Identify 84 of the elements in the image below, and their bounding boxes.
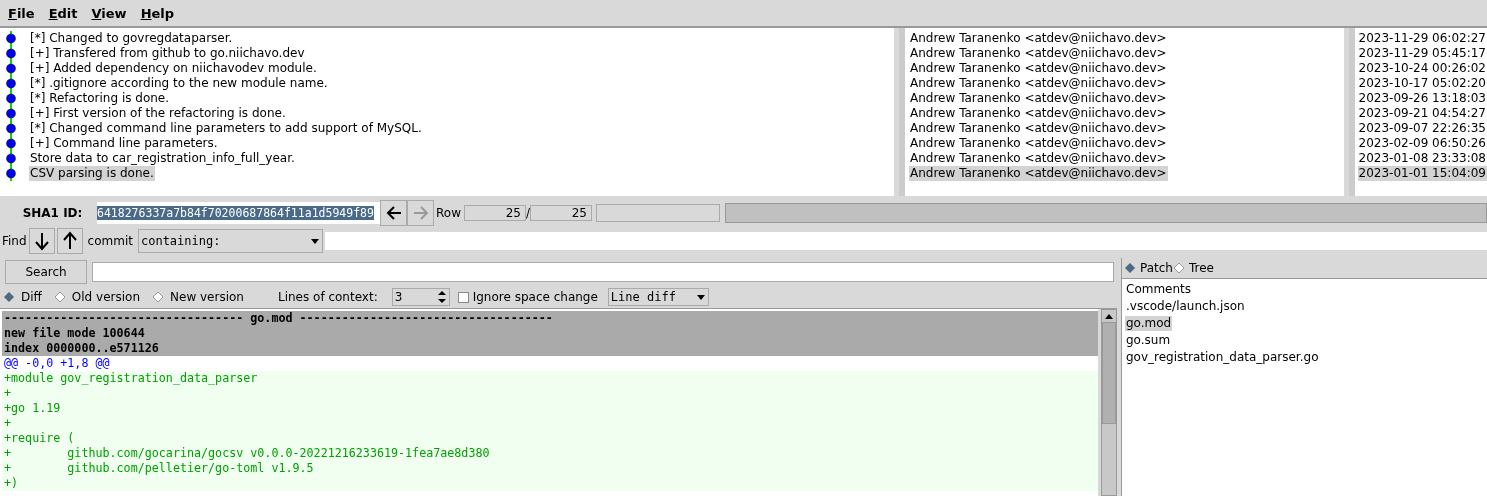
row-current-field: 25 (463, 205, 526, 221)
find-mode-dropdown[interactable]: containing: (137, 229, 323, 253)
menu-item[interactable]: File (8, 5, 35, 21)
search-button[interactable]: Search (5, 260, 87, 284)
commit-date[interactable]: 2023-01-01 15:04:09 (1357, 166, 1487, 181)
commit-author[interactable]: Andrew Taranenko <atdev@niichavo.dev> (909, 121, 1168, 136)
commit-date[interactable]: 2023-02-09 06:50:26 (1357, 136, 1487, 151)
right-arrow-icon (411, 205, 430, 221)
graph-node-icon (4, 136, 18, 151)
commit-message[interactable]: [+] Added dependency on niichavodev module. (29, 61, 318, 76)
graph-node-icon (4, 91, 18, 106)
commit-message[interactable]: [*] .gitignore according to the new module name. (29, 76, 329, 91)
scrollbar[interactable] (1101, 309, 1117, 496)
commit-date[interactable]: 2023-09-07 22:26:35 (1357, 121, 1487, 136)
find-previous-button[interactable] (56, 228, 83, 254)
changed-file-entry[interactable]: go.mod (1125, 316, 1173, 331)
commit-author[interactable]: Andrew Taranenko <atdev@niichavo.dev> (909, 76, 1168, 91)
scroll-up-icon (1104, 312, 1114, 320)
graph-node-icon (4, 121, 18, 136)
menu-item[interactable]: Edit (48, 5, 78, 21)
view-mode-radio[interactable]: Old version (53, 290, 140, 304)
commit-author[interactable]: Andrew Taranenko <atdev@niichavo.dev> (909, 31, 1168, 46)
view-mode-radio[interactable]: Diff (3, 290, 42, 304)
commit-message[interactable]: [*] Changed to govregdataparser. (29, 31, 234, 46)
commit-date[interactable]: 2023-09-26 13:18:03 (1357, 91, 1487, 106)
find-next-button[interactable] (28, 228, 55, 254)
find-type-label: commit (87, 234, 133, 248)
up-arrow-icon (60, 231, 79, 251)
find-field[interactable] (324, 232, 1487, 250)
spin-arrows-icon (436, 289, 447, 305)
graph-node-icon (4, 31, 18, 46)
view-mode-radio[interactable]: New version (152, 290, 244, 304)
commit-author[interactable]: Andrew Taranenko <atdev@niichavo.dev> (909, 166, 1168, 181)
sha-label: SHA1 ID: (21, 206, 84, 220)
back-button[interactable] (380, 200, 407, 226)
commit-message[interactable]: Store data to car_registration_info_full_year. (29, 151, 296, 166)
graph-node-icon (4, 61, 18, 76)
commit-date[interactable]: 2023-01-08 23:33:08 (1357, 151, 1487, 166)
commit-date[interactable]: 2023-11-29 06:02:27 (1357, 31, 1487, 46)
graph-node-icon (4, 166, 18, 181)
commit-author[interactable]: Andrew Taranenko <atdev@niichavo.dev> (909, 106, 1168, 121)
commit-date[interactable]: 2023-10-17 05:02:20 (1357, 76, 1487, 91)
changed-file-entry[interactable]: .vscode/launch.json (1125, 299, 1246, 314)
changed-file-entry[interactable]: Comments (1125, 282, 1193, 297)
changed-file-entry[interactable]: go.sum (1125, 333, 1172, 348)
search-field[interactable] (92, 262, 1114, 282)
graph-node-icon (4, 46, 18, 61)
commit-author[interactable]: Andrew Taranenko <atdev@niichavo.dev> (909, 136, 1168, 151)
commit-message[interactable]: [+] Command line parameters. (29, 136, 219, 151)
commit-date[interactable]: 2023-09-21 04:54:27 (1357, 106, 1487, 121)
left-arrow-icon (384, 205, 403, 221)
ignore-space-checkbox[interactable]: Ignore space change (457, 290, 598, 304)
commit-author[interactable]: Andrew Taranenko <atdev@niichavo.dev> (909, 91, 1168, 106)
commit-author[interactable]: Andrew Taranenko <atdev@niichavo.dev> (909, 61, 1168, 76)
find-label: Find (2, 234, 27, 248)
diff-line: @@ -0,0 +1,8 @@ (3, 356, 111, 371)
row-total-field: 25 (530, 205, 592, 221)
dropdown-icon (309, 236, 320, 246)
menu-item[interactable]: Help (140, 5, 175, 21)
dropdown-icon (695, 292, 706, 302)
commit-message[interactable]: [+] First version of the refactoring is done. (29, 106, 287, 121)
sha-field[interactable]: 6418276337a7b84f70200687864f11a1d5949f89 (97, 202, 380, 224)
graph-node-icon (4, 106, 18, 121)
commit-author[interactable]: Andrew Taranenko <atdev@niichavo.dev> (909, 151, 1168, 166)
commit-author[interactable]: Andrew Taranenko <atdev@niichavo.dev> (909, 46, 1168, 61)
diff-mode-dropdown[interactable]: Line diff (607, 288, 709, 306)
commit-message[interactable]: [*] Changed command line parameters to add support of MySQL. (29, 121, 423, 136)
context-label: Lines of context: (277, 290, 378, 304)
commit-message[interactable]: [*] Refactoring is done. (29, 91, 171, 106)
commit-message[interactable]: CSV parsing is done. (29, 166, 155, 181)
file-mode-radio[interactable]: Patch (1124, 261, 1173, 275)
graph-node-icon (4, 151, 18, 166)
changed-file-entry[interactable]: gov_registration_data_parser.go (1125, 350, 1320, 365)
commit-date[interactable]: 2023-11-29 05:45:17 (1357, 46, 1487, 61)
context-spinbox[interactable]: 3 (391, 288, 450, 306)
file-mode-radio[interactable]: Tree (1172, 261, 1214, 275)
row-label: Row (436, 206, 461, 220)
commit-date[interactable]: 2023-10-24 00:26:02 (1357, 61, 1487, 76)
graph-node-icon (4, 76, 18, 91)
scrollbar-thumb[interactable] (1102, 322, 1116, 424)
menu-item[interactable]: View (91, 5, 127, 21)
down-arrow-icon (32, 231, 51, 251)
commit-message[interactable]: [+] Transfered from github to go.niichavo.dev (29, 46, 306, 61)
row-separator: / (525, 206, 530, 220)
